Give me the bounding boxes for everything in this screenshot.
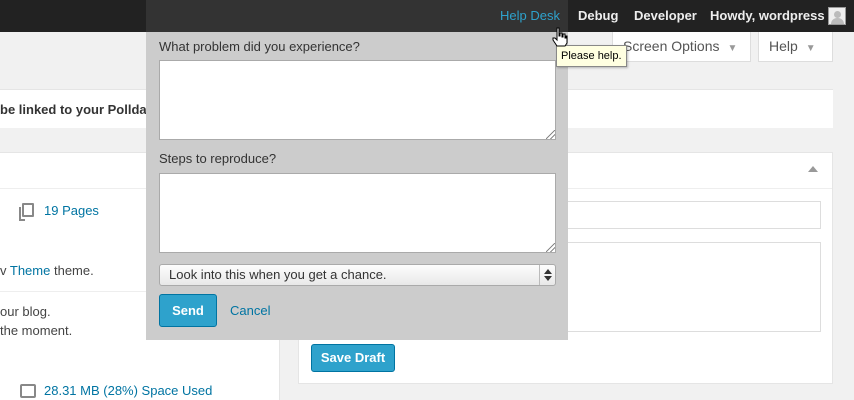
debug-menu[interactable]: Debug [578, 0, 618, 32]
cancel-link[interactable]: Cancel [230, 303, 270, 318]
priority-selected-value: Look into this when you get a chance. [169, 267, 387, 282]
hand-cursor-icon [552, 27, 568, 47]
help-label: Help [769, 38, 798, 54]
avatar-icon[interactable] [828, 7, 846, 25]
pages-count-link[interactable]: 19 Pages [44, 203, 99, 218]
help-button[interactable]: Help ▼ [758, 32, 833, 62]
screen-options-label: Screen Options [623, 38, 720, 54]
problem-field-wrap [159, 60, 556, 140]
moment-text: the moment. [0, 323, 73, 338]
chevron-down-icon: ▼ [727, 43, 738, 54]
screen-options-button[interactable]: Screen Options ▼ [612, 32, 751, 62]
collapse-arrow-icon[interactable] [808, 166, 818, 172]
admin-bar: Help Desk Debug Developer Howdy, wordpre… [0, 0, 854, 32]
problem-label: What problem did you experience? [159, 39, 360, 54]
blog-text: our blog. [0, 304, 51, 319]
space-used-link[interactable]: 28.31 MB (28%) Space Used [44, 383, 212, 398]
select-arrows-icon [539, 265, 555, 285]
save-draft-button[interactable]: Save Draft [311, 344, 395, 372]
steps-textarea[interactable] [159, 173, 556, 253]
notice-text: be linked to your Polldad [0, 102, 155, 117]
theme-info: v Theme theme. [0, 263, 94, 278]
account-menu[interactable]: Howdy, wordpress [710, 0, 825, 32]
developer-menu[interactable]: Developer [634, 0, 697, 32]
steps-field-wrap [159, 173, 556, 253]
pages-icon [19, 203, 34, 221]
problem-textarea[interactable] [159, 60, 556, 140]
chevron-down-icon: ▼ [805, 43, 816, 54]
priority-select[interactable]: Look into this when you get a chance. [159, 264, 556, 286]
send-button[interactable]: Send [159, 294, 217, 327]
help-desk-panel: What problem did you experience? Steps t… [146, 32, 568, 340]
storage-icon [20, 384, 36, 398]
theme-link[interactable]: Theme [10, 263, 50, 278]
steps-label: Steps to reproduce? [159, 151, 277, 166]
theme-prefix: v [0, 263, 10, 278]
theme-suffix: theme. [50, 263, 94, 278]
help-desk-tooltip: Please help. [556, 45, 627, 67]
help-desk-menu[interactable]: Help Desk [500, 0, 560, 32]
